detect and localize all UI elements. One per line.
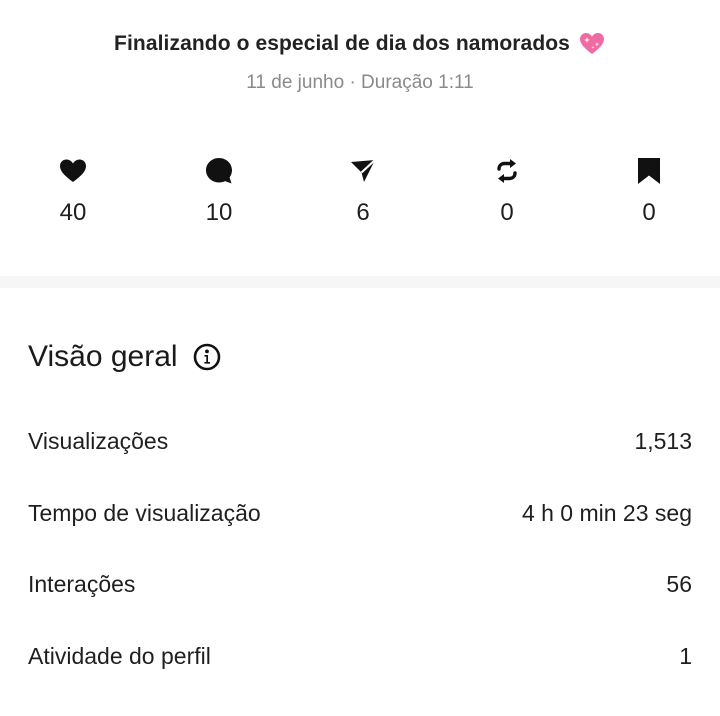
shares-count: 6	[356, 199, 370, 226]
row-value: 56	[666, 570, 692, 597]
stat-likes[interactable]: 40	[33, 155, 113, 227]
row-value: 4 h 0 min 23 seg	[521, 499, 692, 526]
post-meta: 11 de junho · Duração 1:11	[0, 72, 720, 94]
row-label: Tempo de visualização	[28, 499, 261, 526]
overview-row-profile-activity: Atividade do perfil 1	[28, 636, 692, 676]
saves-count: 0	[642, 199, 656, 226]
duration-label: Duração	[361, 72, 433, 93]
reposts-count: 0	[500, 199, 514, 226]
duration-value: 1:11	[438, 72, 474, 93]
sparkling-heart-icon	[579, 33, 604, 54]
heart-icon	[60, 159, 86, 182]
engagement-stats: 40 10 6 0 0	[0, 155, 720, 235]
info-icon[interactable]	[192, 342, 222, 372]
row-value: 1,513	[634, 427, 692, 454]
section-divider	[0, 276, 720, 288]
comment-icon	[206, 158, 232, 184]
bookmark-icon	[638, 158, 660, 184]
overview-title: Visão geral	[28, 340, 178, 373]
overview-row-interactions: Interações 56	[28, 564, 692, 604]
post-title: Finalizando o especial de dia dos namora…	[114, 32, 570, 55]
stat-reposts[interactable]: 0	[467, 155, 547, 227]
stat-comments[interactable]: 10	[179, 155, 259, 227]
stat-shares[interactable]: 6	[323, 155, 403, 227]
row-label: Visualizações	[28, 427, 169, 454]
post-date: 11 de junho	[246, 72, 345, 93]
row-label: Interações	[28, 570, 136, 597]
post-title-row: Finalizando o especial de dia dos namora…	[114, 30, 606, 58]
stat-saves[interactable]: 0	[609, 155, 689, 227]
comments-count: 10	[205, 199, 233, 226]
share-icon	[351, 159, 376, 182]
overview-row-views: Visualizações 1,513	[28, 421, 692, 461]
post-insights-screen: Finalizando o especial de dia dos namora…	[0, 0, 720, 716]
row-value: 1	[679, 642, 692, 669]
meta-separator: ·	[349, 72, 356, 93]
repost-icon	[497, 159, 517, 183]
overview-heading: Visão geral	[28, 340, 222, 374]
overview-row-watch-time: Tempo de visualização 4 h 0 min 23 seg	[28, 493, 692, 533]
likes-count: 40	[59, 199, 87, 226]
row-label: Atividade do perfil	[28, 642, 211, 669]
post-header: Finalizando o especial de dia dos namora…	[0, 30, 720, 94]
